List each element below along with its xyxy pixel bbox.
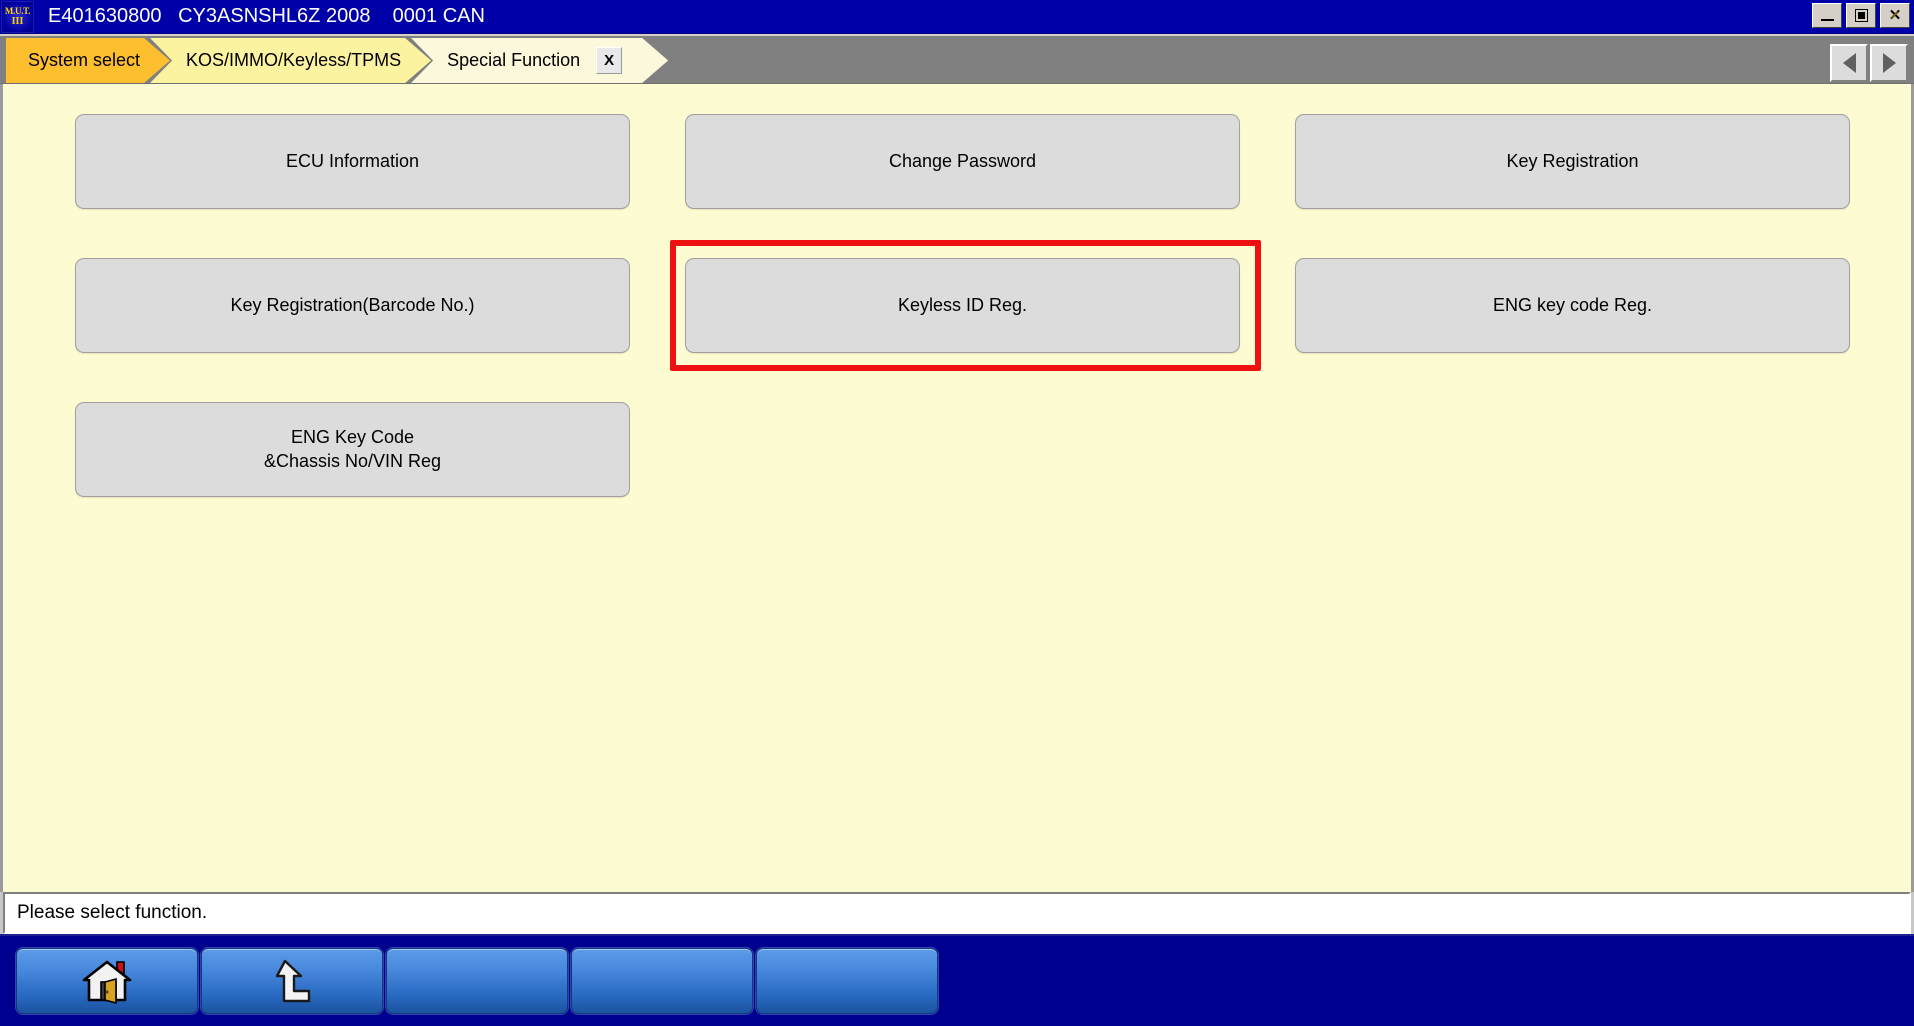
logo-line-2: III [11,15,24,27]
tab-special-function[interactable]: Special Function X [411,38,668,83]
close-button[interactable]: ✕ [1880,3,1910,28]
tab-label: KOS/IMMO/Keyless/TPMS [186,50,402,70]
minimize-button[interactable] [1812,3,1842,28]
mut-iii-logo-icon: M.U.T. III [1,0,34,33]
status-message: Please select function. [17,902,208,923]
tab-next-button[interactable] [1870,44,1908,82]
chevron-left-icon [1842,53,1856,73]
home-button[interactable] [16,948,198,1014]
back-up-button[interactable] [201,948,383,1014]
tab-list: System select KOS/IMMO/Keyless/TPMS Spec… [0,36,648,83]
tab-close-button[interactable]: X [596,47,622,74]
window-title: E401630800 CY3ASNSHL6Z 2008 0001 CAN [48,5,485,27]
main-content: ECU Information Change Password Key Regi… [0,84,1914,892]
tab-bar: System select KOS/IMMO/Keyless/TPMS Spec… [0,34,1914,84]
title-bar: M.U.T. III E401630800 CY3ASNSHL6Z 2008 0… [0,0,1914,34]
button-change-password[interactable]: Change Password [685,114,1240,209]
tab-prev-button[interactable] [1830,44,1868,82]
minimize-icon [1820,19,1834,21]
application-window: M.U.T. III E401630800 CY3ASNSHL6Z 2008 0… [0,0,1914,1026]
tab-label: System select [28,50,141,70]
button-ecu-information[interactable]: ECU Information [75,114,630,209]
button-eng-key-code-and-chassis-no-vin-reg[interactable]: ENG Key Code &Chassis No/VIN Reg [75,402,630,497]
logo-line-1: M.U.T. [4,5,31,16]
toolbar-button-4[interactable] [571,948,753,1014]
function-button-grid: ECU Information Change Password Key Regi… [75,114,1850,497]
button-key-registration-barcode-no[interactable]: Key Registration(Barcode No.) [75,258,630,353]
button-key-registration[interactable]: Key Registration [1295,114,1850,209]
window-controls: ✕ [1812,3,1910,28]
tab-system-select[interactable]: System select [6,38,170,83]
button-keyless-id-reg[interactable]: Keyless ID Reg. [685,258,1240,353]
chevron-right-icon [1882,53,1896,73]
back-up-icon [275,959,311,1003]
tab-navigation [1830,44,1908,82]
close-icon: ✕ [1888,7,1902,24]
maximize-button[interactable] [1846,3,1876,28]
bottom-toolbar [0,934,1914,1026]
toolbar-button-3[interactable] [386,948,568,1014]
toolbar-button-5[interactable] [756,948,938,1014]
tab-kos-immo-keyless-tpms[interactable]: KOS/IMMO/Keyless/TPMS [150,38,431,83]
button-eng-key-code-reg[interactable]: ENG key code Reg. [1295,258,1850,353]
tab-label: Special Function [447,50,581,70]
status-bar: Please select function. [3,892,1911,934]
home-icon [82,960,132,1004]
maximize-icon [1855,10,1867,21]
